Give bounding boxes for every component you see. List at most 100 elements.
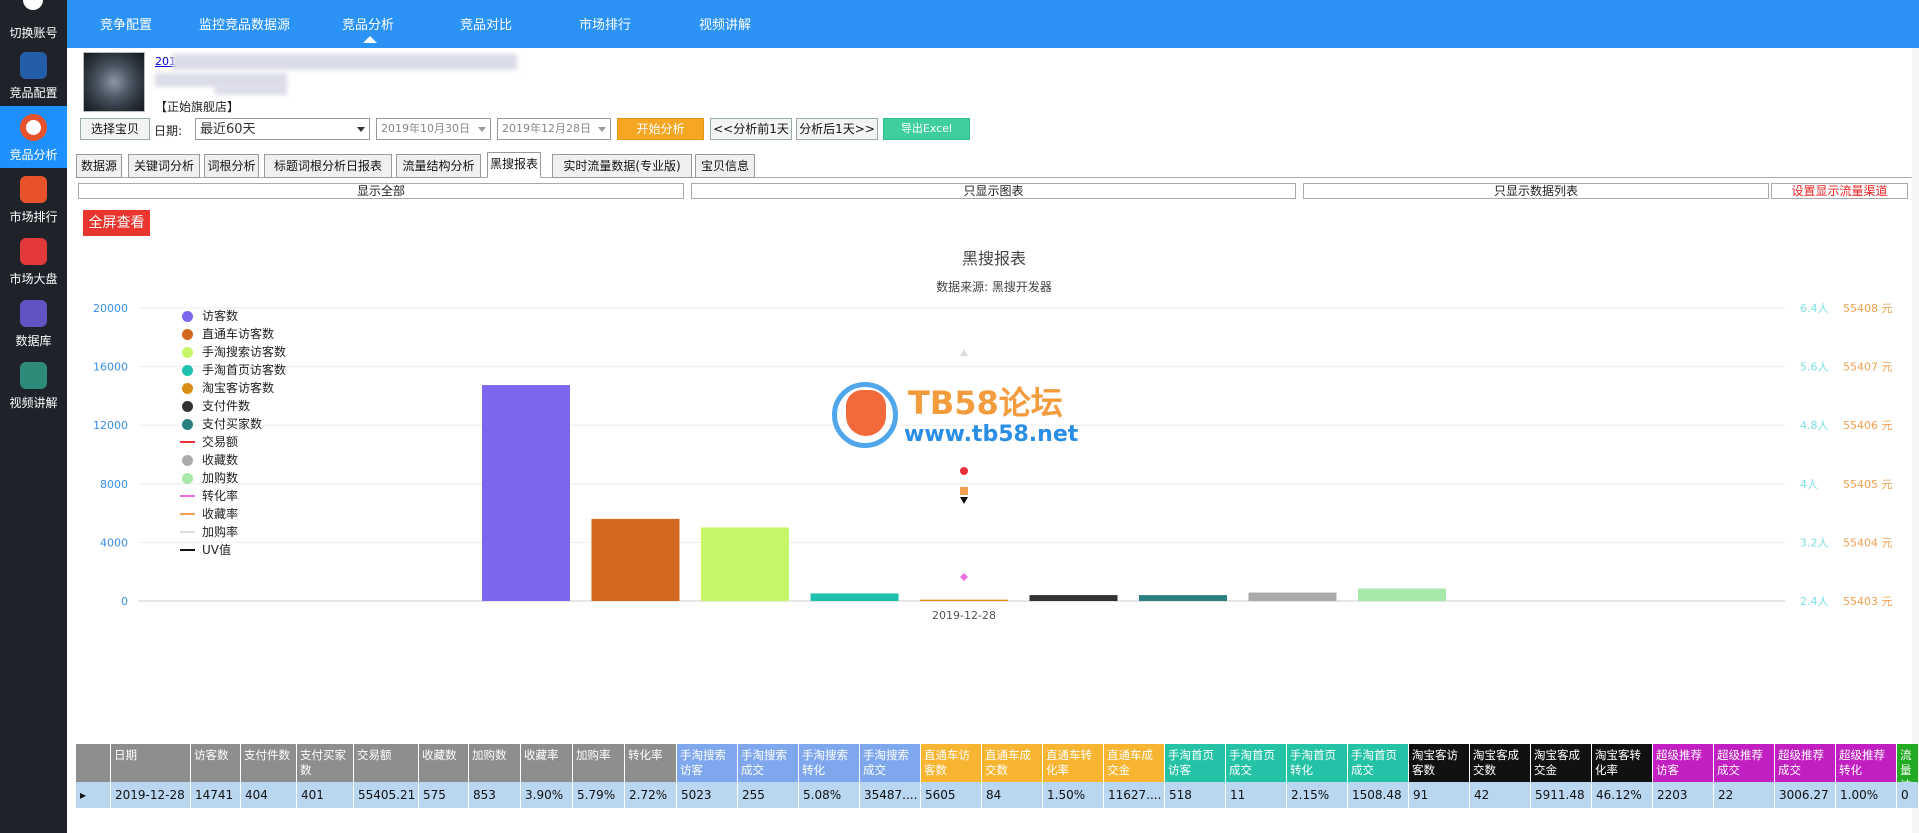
table-header[interactable]: 收藏率	[521, 744, 573, 782]
table-cell[interactable]: 5.08%	[799, 782, 860, 808]
export-excel-button[interactable]: 导出Excel	[883, 118, 970, 140]
table-cell[interactable]: 46.12%	[1592, 782, 1653, 808]
list-only-button[interactable]: 只显示数据列表	[1303, 183, 1769, 199]
table-cell[interactable]: 42	[1470, 782, 1531, 808]
table-header[interactable]: 超级推荐转化	[1836, 744, 1897, 782]
table-header[interactable]: 交易额	[354, 744, 419, 782]
tab-4[interactable]: 流量结构分析	[396, 154, 481, 178]
table-header[interactable]: 流量访	[1897, 744, 1919, 782]
product-thumbnail[interactable]	[83, 52, 145, 112]
table-cell[interactable]: 5.79%	[573, 782, 625, 808]
table-header[interactable]: 超级推荐成交	[1714, 744, 1775, 782]
table-cell[interactable]: 404	[241, 782, 297, 808]
table-header[interactable]: 直通车成交金	[1104, 744, 1165, 782]
table-cell[interactable]: 55405.21	[354, 782, 419, 808]
sidebar-item-5[interactable]: 数据库	[0, 292, 67, 354]
tab-3[interactable]: 标题词根分析日报表	[264, 154, 392, 178]
table-header[interactable]: 手淘首页转化	[1287, 744, 1348, 782]
table-cell[interactable]: 84	[982, 782, 1043, 808]
set-channels-button[interactable]: 设置显示流量渠道	[1771, 183, 1908, 199]
sidebar-item-2[interactable]: 竞品分析	[0, 106, 67, 168]
table-header[interactable]: 直通车成交数	[982, 744, 1043, 782]
table-cell[interactable]: 401	[297, 782, 354, 808]
table-header[interactable]: 手淘搜索成交	[738, 744, 799, 782]
table-cell[interactable]: 853	[469, 782, 521, 808]
sidebar-item-6[interactable]: 视频讲解	[0, 354, 67, 416]
chevron-down-icon	[478, 127, 486, 132]
chart-only-button[interactable]: 只显示图表	[691, 183, 1296, 199]
table-header[interactable]: 超级推荐访客	[1653, 744, 1714, 782]
table-header[interactable]: 手淘搜索成交	[860, 744, 921, 782]
start-analysis-button[interactable]: 开始分析	[617, 118, 704, 140]
nav-item-4[interactable]: 市场排行	[579, 14, 631, 33]
table-cell[interactable]: 3.90%	[521, 782, 573, 808]
sidebar-item-1[interactable]: 竞品配置	[0, 44, 67, 106]
tab-7[interactable]: 宝贝信息	[695, 154, 755, 178]
table-cell[interactable]: 11627....	[1104, 782, 1165, 808]
sidebar-item-3[interactable]: 市场排行	[0, 168, 67, 230]
table-header[interactable]: 收藏数	[419, 744, 469, 782]
table-cell[interactable]: 2.15%	[1287, 782, 1348, 808]
table-cell[interactable]: 5911.48	[1531, 782, 1592, 808]
table-header[interactable]: 支付件数	[241, 744, 297, 782]
table-header[interactable]: 访客数	[191, 744, 241, 782]
table-cell[interactable]: 11	[1226, 782, 1287, 808]
table-header[interactable]: 淘宝客成交金	[1531, 744, 1592, 782]
table-header[interactable]: 淘宝客访客数	[1409, 744, 1470, 782]
nav-item-5[interactable]: 视频讲解	[699, 14, 751, 33]
nav-item-3[interactable]: 竞品对比	[460, 14, 512, 33]
end-date-picker[interactable]: 2019年12月28日	[497, 118, 611, 140]
table-header[interactable]: 淘宝客转化率	[1592, 744, 1653, 782]
table-header[interactable]: 手淘搜索转化	[799, 744, 860, 782]
sidebar-item-4[interactable]: 市场大盘	[0, 230, 67, 292]
table-cell[interactable]: 2.72%	[625, 782, 677, 808]
table-cell[interactable]: 575	[419, 782, 469, 808]
prev-day-button[interactable]: <<分析前1天	[710, 118, 792, 140]
table-header[interactable]: 淘宝客成交数	[1470, 744, 1531, 782]
tab-1[interactable]: 关键词分析	[128, 154, 200, 178]
table-header[interactable]: 加购数	[469, 744, 521, 782]
table-header[interactable]: 手淘首页成交	[1226, 744, 1287, 782]
table-cell[interactable]: 518	[1165, 782, 1226, 808]
table-cell[interactable]: 5023	[677, 782, 738, 808]
tab-6[interactable]: 实时流量数据(专业版)	[552, 154, 692, 178]
nav-item-0[interactable]: 竞争配置	[100, 14, 152, 33]
table-cell[interactable]: 22	[1714, 782, 1775, 808]
select-item-button[interactable]: 选择宝贝	[80, 118, 150, 140]
nav-item-2[interactable]: 竞品分析	[342, 14, 394, 33]
tab-0[interactable]: 数据源	[76, 154, 122, 178]
sidebar-item-0[interactable]: 切换账号	[0, 0, 67, 44]
table-cell[interactable]: 35487....	[860, 782, 921, 808]
table-header[interactable]: 手淘首页访客	[1165, 744, 1226, 782]
table-header[interactable]: 加购率	[573, 744, 625, 782]
top-nav: 竞争配置 监控竞品数据源 竞品分析 竞品对比 市场排行 视频讲解	[67, 0, 1919, 48]
next-day-button[interactable]: 分析后1天>>	[796, 118, 878, 140]
table-cell[interactable]: 0	[1897, 782, 1919, 808]
table-cell[interactable]: 1.50%	[1043, 782, 1104, 808]
date-range-select[interactable]: 最近60天	[195, 118, 370, 140]
tab-5[interactable]: 黑搜报表	[487, 152, 541, 178]
table-cell[interactable]: 1.00%	[1836, 782, 1897, 808]
table-cell[interactable]: 2203	[1653, 782, 1714, 808]
table-header[interactable]: 直通车转化率	[1043, 744, 1104, 782]
fullscreen-button[interactable]: 全屏查看	[83, 210, 150, 236]
table-cell[interactable]: 5605	[921, 782, 982, 808]
tab-2[interactable]: 词根分析	[204, 154, 259, 178]
table-cell[interactable]: 2019-12-28	[111, 782, 191, 808]
table-header[interactable]: 手淘首页成交	[1348, 744, 1409, 782]
table-cell[interactable]: 14741	[191, 782, 241, 808]
nav-item-1[interactable]: 监控竞品数据源	[199, 14, 290, 33]
table-cell[interactable]: 255	[738, 782, 799, 808]
table-cell[interactable]: 91	[1409, 782, 1470, 808]
table-header[interactable]: 超级推荐成交	[1775, 744, 1836, 782]
table-header[interactable]: 手淘搜索访客	[677, 744, 738, 782]
table-header[interactable]: 支付买家数	[297, 744, 354, 782]
table-header[interactable]: 日期	[111, 744, 191, 782]
table-header[interactable]: 直通车访客数	[921, 744, 982, 782]
show-all-button[interactable]: 显示全部	[78, 183, 684, 199]
start-date-picker[interactable]: 2019年10月30日	[376, 118, 491, 140]
row-indicator-icon[interactable]: ▸	[76, 782, 111, 808]
table-cell[interactable]: 3006.27	[1775, 782, 1836, 808]
table-header[interactable]: 转化率	[625, 744, 677, 782]
table-cell[interactable]: 1508.48	[1348, 782, 1409, 808]
